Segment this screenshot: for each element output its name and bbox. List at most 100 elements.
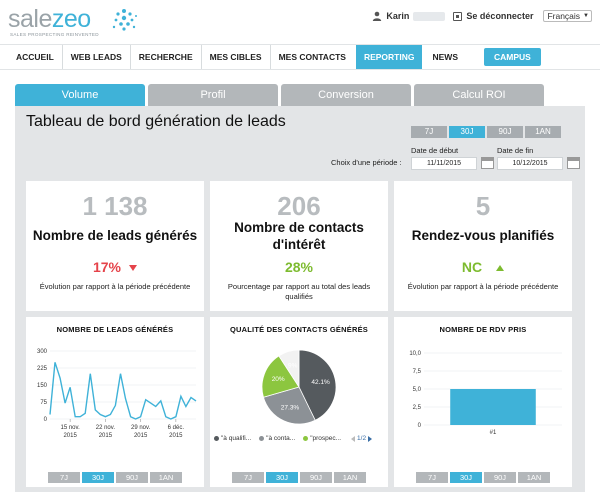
chart-title: NOMBRE DE RDV PRIS xyxy=(439,325,527,334)
y-tick-label: 300 xyxy=(37,349,48,355)
user-icon xyxy=(373,11,382,21)
chart-button-7j[interactable]: 7J xyxy=(416,472,448,483)
chart-button-7j[interactable]: 7J xyxy=(48,472,80,483)
kpi-percentage: NC xyxy=(394,259,572,275)
kpi-percentage-value: 17% xyxy=(92,259,122,275)
chart-button-30j[interactable]: 30J xyxy=(450,472,482,483)
logout-icon[interactable] xyxy=(453,11,463,21)
chart-button-30j[interactable]: 30J xyxy=(266,472,298,483)
legend-item[interactable]: "prospec... xyxy=(303,435,341,442)
x-tick-label: 6 déc. 2015 xyxy=(168,425,185,439)
app: salezeo SALES PROSPECTING REINVENTED Kar… xyxy=(0,0,600,492)
tab-calcul-roi[interactable]: Calcul ROI xyxy=(414,84,544,106)
report-tabs: Volume Profil Conversion Calcul ROI xyxy=(15,84,547,106)
arrow-up-icon xyxy=(496,265,505,272)
chart-title: NOMBRE DE LEADS GÉNÉRÉS xyxy=(56,325,174,334)
main-nav: ACCUEIL WEB LEADS RECHERCHE MES CIBLES M… xyxy=(0,44,600,70)
tab-volume[interactable]: Volume xyxy=(15,84,145,106)
legend-label: "à conta... xyxy=(266,435,296,442)
y-tick-label: 2,5 xyxy=(413,405,422,411)
kpi-card-rdv: 5 Rendez-vous planifiés NC Évolution par… xyxy=(394,181,572,311)
kpi-description: Pourcentage par rapport au total des lea… xyxy=(227,282,371,301)
slice-label: 9% xyxy=(288,363,298,370)
slice-label: 20% xyxy=(272,376,285,383)
slice-label: 27.3% xyxy=(281,404,300,411)
legend-item[interactable]: "à qualifi... xyxy=(214,435,251,442)
x-tick-label: 15 nov. 2015 xyxy=(61,425,81,439)
series-line xyxy=(49,362,197,420)
nav-item-recherche[interactable]: RECHERCHE xyxy=(131,45,202,69)
logo[interactable]: salezeo SALES PROSPECTING REINVENTED xyxy=(8,6,137,40)
logo-dots-icon xyxy=(112,9,137,31)
period-button-30j[interactable]: 30J xyxy=(449,126,485,138)
chart-card-quality: QUALITÉ DES CONTACTS GÉNÉRÉS 42.1% 27.3% 2… xyxy=(210,317,388,487)
language-select[interactable]: Français ▼ xyxy=(543,10,592,22)
nav-item-reporting[interactable]: REPORTING xyxy=(355,45,423,69)
nav-item-mes-contacts[interactable]: MES CONTACTS xyxy=(271,45,354,69)
chart-button-1an[interactable]: 1AN xyxy=(518,472,550,483)
period-button-90j[interactable]: 90J xyxy=(487,126,523,138)
legend-pager: 1/2 xyxy=(351,435,373,442)
previous-page-icon[interactable] xyxy=(351,435,356,442)
tab-conversion[interactable]: Conversion xyxy=(281,84,411,106)
chart-button-90j[interactable]: 90J xyxy=(116,472,148,483)
y-tick-label: 75 xyxy=(40,400,47,406)
y-tick-label: 225 xyxy=(37,366,48,372)
calendar-icon[interactable] xyxy=(481,157,494,169)
chart-period-buttons: 7J 30J 90J 1AN xyxy=(210,472,388,483)
chart-button-1an[interactable]: 1AN xyxy=(150,472,182,483)
campus-button[interactable]: CAMPUS xyxy=(483,48,541,66)
chart-button-90j[interactable]: 90J xyxy=(484,472,516,483)
nav-item-mes-cibles[interactable]: MES CIBLES xyxy=(202,45,271,69)
page-title: Tableau de bord génération de leads xyxy=(26,113,286,130)
logo-text: salezeo xyxy=(8,6,91,32)
dashboard-panel: Tableau de bord génération de leads 7J 3… xyxy=(15,106,585,492)
calendar-icon[interactable] xyxy=(567,157,580,169)
chart-button-1an[interactable]: 1AN xyxy=(334,472,366,483)
user-name[interactable]: Karin xyxy=(386,11,409,21)
user-name-blurred xyxy=(413,11,446,21)
period-choice-label: Choix d'une période : xyxy=(331,158,402,167)
logout-link[interactable]: Se déconnecter xyxy=(466,11,533,21)
legend-page-number: 1/2 xyxy=(357,435,367,442)
next-page-icon[interactable] xyxy=(368,435,373,442)
y-tick-label: 7,5 xyxy=(413,369,422,375)
kpi-percentage-value: NC xyxy=(461,259,483,275)
end-date-input[interactable]: 10/12/2015 xyxy=(497,157,563,170)
language-value: Français xyxy=(547,11,581,21)
chart-card-leads: NOMBRE DE LEADS GÉNÉRÉS 0 75 150 225 300 15 n… xyxy=(26,317,204,487)
legend-label: "à qualifi... xyxy=(221,435,252,442)
period-button-7j[interactable]: 7J xyxy=(411,126,447,138)
chevron-down-icon: ▼ xyxy=(583,13,589,19)
kpi-percentage-value: 28% xyxy=(284,259,314,275)
legend-dot xyxy=(303,436,309,441)
header: salezeo SALES PROSPECTING REINVENTED Kar… xyxy=(0,0,600,44)
x-tick-label: 22 nov. 2015 xyxy=(96,425,116,439)
arrow-down-icon xyxy=(129,265,138,272)
nav-item-news[interactable]: NEWS xyxy=(424,45,466,69)
start-date-input[interactable]: 11/11/2015 xyxy=(411,157,477,170)
period-button-1an[interactable]: 1AN xyxy=(525,126,561,138)
legend-item[interactable]: "à conta... xyxy=(259,435,295,442)
chart-button-7j[interactable]: 7J xyxy=(232,472,264,483)
y-tick-label: 5,0 xyxy=(413,387,422,393)
kpi-percentage: 28% xyxy=(210,259,388,275)
x-tick-label: 29 nov. 2015 xyxy=(131,425,151,439)
period-buttons: 7J 30J 90J 1AN xyxy=(411,126,563,138)
nav-item-accueil[interactable]: ACCUEIL xyxy=(8,45,63,69)
chart-button-90j[interactable]: 90J xyxy=(300,472,332,483)
tab-profil[interactable]: Profil xyxy=(148,84,278,106)
legend-dot xyxy=(214,436,219,441)
kpi-label: Nombre de contacts d'intérêt xyxy=(234,220,364,252)
pie-legend: "à qualifi... "à conta... "prospec... 1/… xyxy=(214,435,373,442)
kpi-card-contacts: 206 Nombre de contacts d'intérêt 28% Pou… xyxy=(210,181,388,311)
logo-tagline: SALES PROSPECTING REINVENTED xyxy=(10,32,99,37)
start-date-label: Date de début xyxy=(411,146,459,155)
legend-dot xyxy=(259,436,265,441)
nav-item-web-leads[interactable]: WEB LEADS xyxy=(63,45,131,69)
kpi-label: Rendez-vous planifiés xyxy=(411,228,555,243)
kpi-description: Évolution par rapport à la période précé… xyxy=(407,282,559,291)
quality-pie-chart: 42.1% 27.3% 20%9% xyxy=(261,349,337,425)
chart-button-30j[interactable]: 30J xyxy=(82,472,114,483)
chart-period-buttons: 7J 30J 90J 1AN xyxy=(394,472,572,483)
